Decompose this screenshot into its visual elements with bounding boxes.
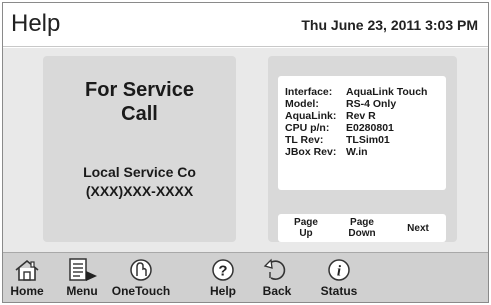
service-heading: For Service Call bbox=[85, 79, 194, 125]
info-value: AquaLink Touch bbox=[346, 86, 428, 98]
system-info-panel: Interface: AquaLink Touch Model: RS-4 On… bbox=[268, 56, 457, 242]
page-down-button[interactable]: Page Down bbox=[334, 214, 390, 242]
next-button[interactable]: Next bbox=[390, 214, 446, 242]
info-value: RS-4 Only bbox=[346, 98, 397, 110]
bottom-nav-bar: Home Menu OneTouch ? Help Back i Status bbox=[3, 252, 488, 302]
info-value: TLSim01 bbox=[346, 134, 390, 146]
nav-label: Help bbox=[209, 284, 236, 298]
info-label: Model: bbox=[285, 98, 319, 110]
info-row-aqualink: AquaLink: Rev R bbox=[285, 110, 446, 122]
back-icon bbox=[262, 257, 292, 283]
info-value: Rev R bbox=[346, 110, 376, 122]
info-label: TL Rev: bbox=[285, 134, 324, 146]
nav-onetouch-button[interactable]: OneTouch bbox=[111, 253, 171, 303]
nav-label: OneTouch bbox=[111, 284, 171, 298]
onetouch-icon bbox=[129, 257, 153, 283]
nav-help-button[interactable]: ? Help bbox=[203, 253, 243, 303]
home-icon bbox=[14, 257, 40, 283]
info-value: E0280801 bbox=[346, 122, 394, 134]
help-screen: Help Thu June 23, 2011 3:03 PM For Servi… bbox=[2, 2, 489, 303]
nav-menu-button[interactable]: Menu bbox=[52, 253, 112, 303]
info-row-model: Model: RS-4 Only bbox=[285, 98, 446, 110]
info-row-jbox-rev: JBox Rev: W.in bbox=[285, 146, 446, 158]
content-area: For Service Call Local Service Co (XXX)X… bbox=[3, 48, 488, 252]
help-icon: ? bbox=[211, 257, 235, 283]
nav-label: Back bbox=[262, 284, 292, 298]
service-company-contact: Local Service Co (XXX)XXX-XXXX bbox=[83, 164, 196, 199]
nav-label: Status bbox=[320, 284, 358, 298]
status-icon: i bbox=[327, 257, 351, 283]
nav-status-button[interactable]: i Status bbox=[317, 253, 361, 303]
page-title: Help bbox=[11, 10, 61, 37]
info-label: JBox Rev: bbox=[285, 146, 337, 158]
info-label: AquaLink: bbox=[285, 110, 337, 122]
date-time-display: Thu June 23, 2011 3:03 PM bbox=[301, 17, 478, 33]
nav-home-button[interactable]: Home bbox=[7, 253, 47, 303]
nav-back-button[interactable]: Back bbox=[257, 253, 297, 303]
nav-label: Home bbox=[10, 284, 44, 298]
info-label: CPU p/n: bbox=[285, 122, 330, 134]
pager-controls: Page Up Page Down Next bbox=[278, 214, 446, 242]
title-bar: Help Thu June 23, 2011 3:03 PM bbox=[3, 3, 488, 47]
info-row-tl-rev: TL Rev: TLSim01 bbox=[285, 134, 446, 146]
info-row-cpu: CPU p/n: E0280801 bbox=[285, 122, 446, 134]
menu-icon bbox=[64, 257, 100, 283]
nav-label: Menu bbox=[66, 284, 98, 298]
service-panel: For Service Call Local Service Co (XXX)X… bbox=[43, 56, 236, 242]
info-label: Interface: bbox=[285, 86, 333, 98]
svg-text:?: ? bbox=[218, 263, 227, 280]
info-value: W.in bbox=[346, 146, 368, 158]
info-row-interface: Interface: AquaLink Touch bbox=[285, 86, 446, 98]
system-info-list: Interface: AquaLink Touch Model: RS-4 On… bbox=[278, 76, 446, 190]
page-up-button[interactable]: Page Up bbox=[278, 214, 334, 242]
